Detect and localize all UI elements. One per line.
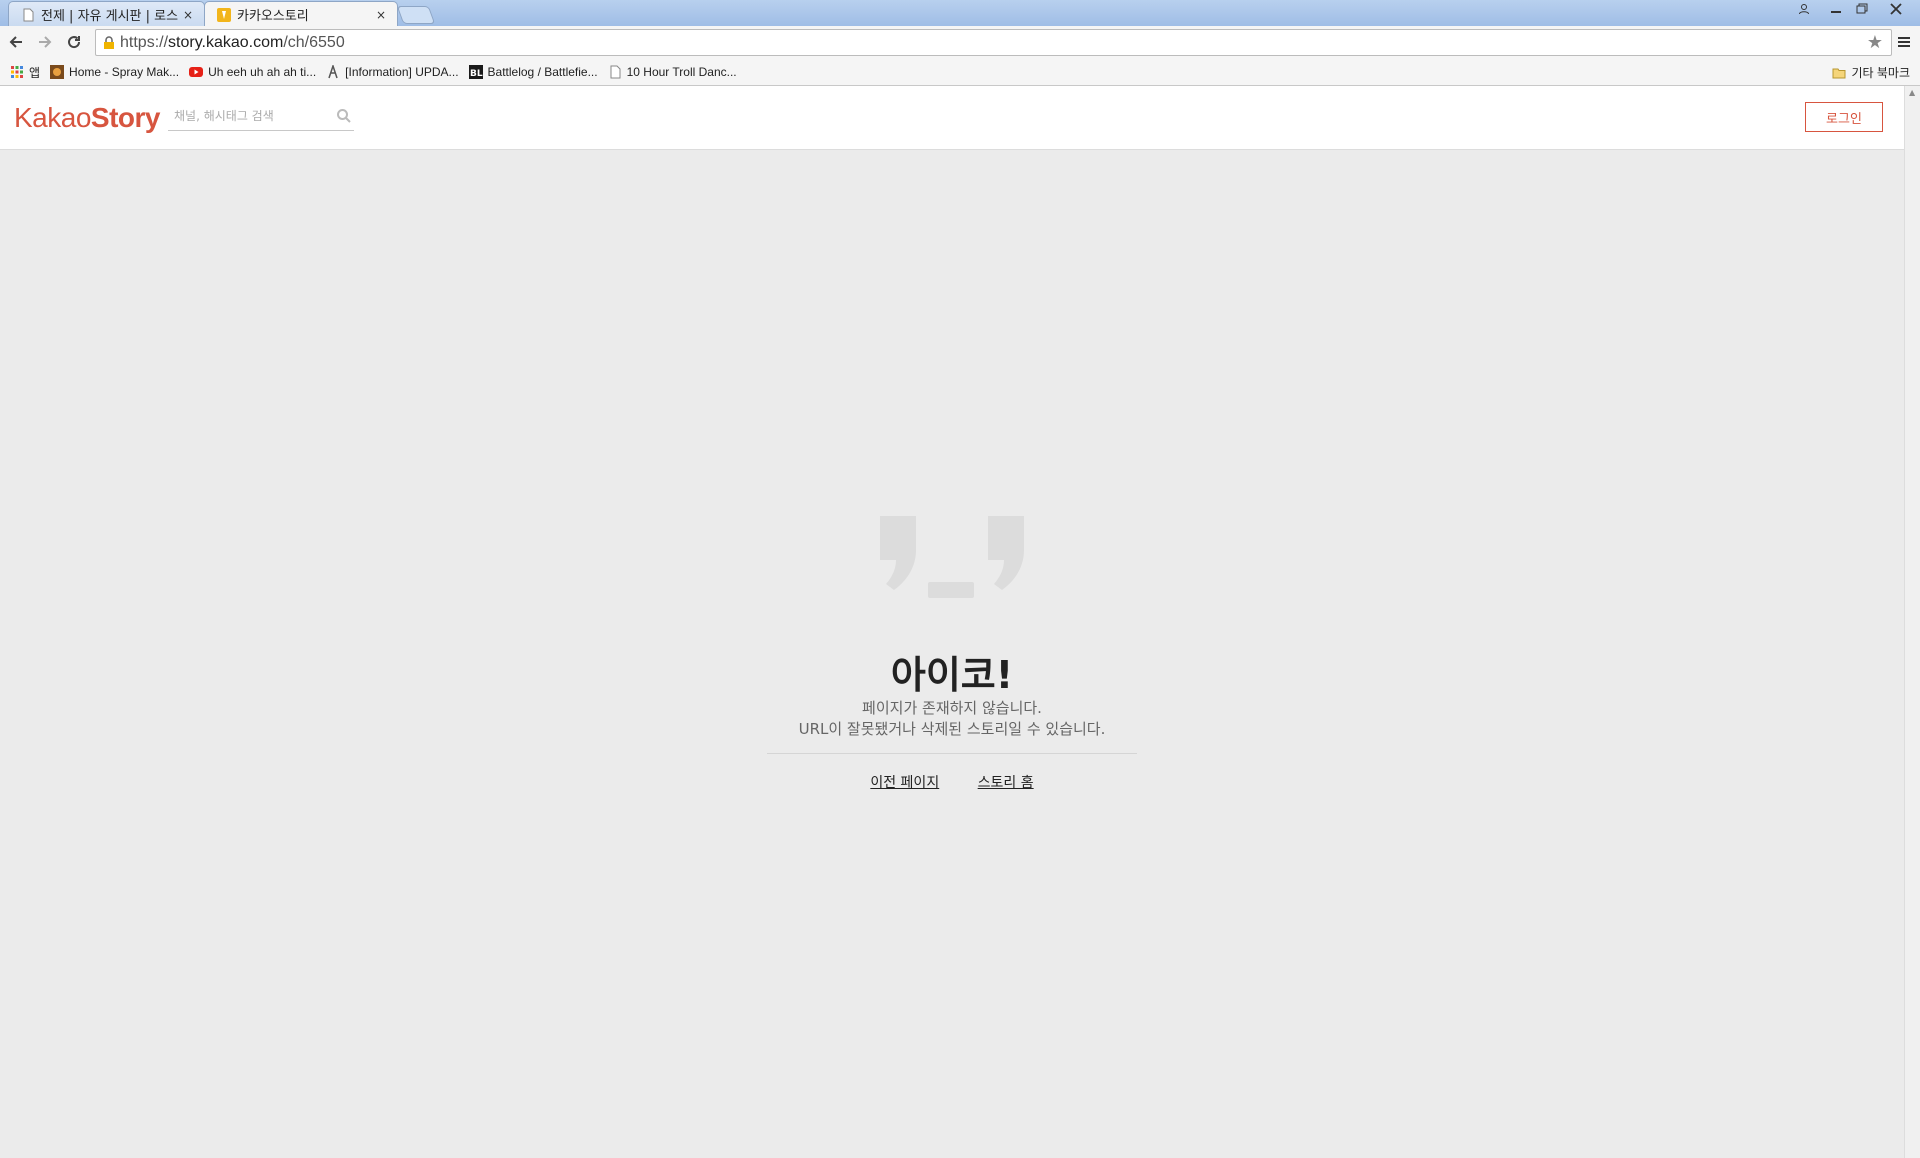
tab-title: 전제 | 자유 게시판 | 로스 xyxy=(41,9,179,24)
bookmark-troll-dance[interactable]: 10 Hour Troll Danc... xyxy=(608,65,737,79)
other-bookmarks-label: 기타 북마크 xyxy=(1851,66,1910,80)
tab-title: 카카오스토리 xyxy=(237,9,309,24)
tab-kakaostory[interactable]: 카카오스토리 × xyxy=(204,1,398,27)
tab-free-board[interactable]: 전제 | 자유 게시판 | 로스 × xyxy=(8,1,205,27)
search-icon[interactable] xyxy=(336,108,352,124)
ff-favicon xyxy=(328,65,338,79)
bookmark-label: [Information] UPDA... xyxy=(345,65,459,79)
kakaostory-favicon xyxy=(217,7,231,22)
spray-favicon xyxy=(50,65,65,79)
page-icon xyxy=(610,65,621,79)
bookmarks-bar: 앱 Home - Spray Mak... Uh eeh uh ah ah ti… xyxy=(0,59,1920,86)
folder-icon xyxy=(1832,68,1846,78)
bookmark-label: Uh eeh uh ah ah ti... xyxy=(208,65,317,79)
scrollbar[interactable]: ▲ xyxy=(1904,86,1920,1158)
divider xyxy=(767,753,1137,754)
previous-page-link[interactable]: 이전 페이지 xyxy=(870,772,939,792)
logo-story: Story xyxy=(90,102,161,133)
bookmark-label: 10 Hour Troll Danc... xyxy=(626,65,737,79)
search-input[interactable] xyxy=(168,104,340,128)
bookmark-label: Battlelog / Battlefie... xyxy=(487,65,598,79)
bookmark-label: 앱 xyxy=(29,65,41,80)
menu-icon[interactable] xyxy=(1894,32,1914,52)
restore-icon[interactable] xyxy=(1848,0,1876,18)
logo-kakao: Kakao xyxy=(14,102,91,133)
bookmark-label: Home - Spray Mak... xyxy=(69,65,180,79)
reload-icon[interactable] xyxy=(62,30,86,54)
bl-favicon: BL xyxy=(468,65,483,79)
close-window-icon[interactable] xyxy=(1876,0,1916,18)
site-header: KakaoStory 로그인 xyxy=(0,86,1904,150)
error-line-2: URL이 잘못됐거나 삭제된 스토리일 수 있습니다. xyxy=(798,720,1106,738)
page-icon xyxy=(23,8,34,21)
minimize-icon[interactable] xyxy=(1822,0,1850,18)
error-message: 페이지가 존재하지 않습니다. URL이 잘못됐거나 삭제된 스토리일 수 있습… xyxy=(0,698,1904,740)
story-home-link[interactable]: 스토리 홈 xyxy=(978,772,1034,792)
youtube-icon xyxy=(189,67,204,77)
browser-toolbar: https://story.kakao.com/ch/6550 ★ xyxy=(0,26,1920,59)
bookmark-star-icon[interactable]: ★ xyxy=(1867,32,1883,53)
url-scheme: https:// xyxy=(120,33,169,51)
back-arrow-icon[interactable] xyxy=(4,30,28,54)
url-path: /ch/6550 xyxy=(283,33,345,51)
user-icon[interactable] xyxy=(1790,0,1818,18)
error-links: 이전 페이지 스토리 홈 xyxy=(0,772,1904,792)
bookmark-youtube[interactable]: Uh eeh uh ah ah ti... xyxy=(189,65,316,79)
svg-text:BL: BL xyxy=(470,69,483,79)
bookmark-apps[interactable]: 앱 xyxy=(10,64,40,81)
security-warning-icon[interactable] xyxy=(102,35,116,50)
address-bar[interactable]: https://story.kakao.com/ch/6550 ★ xyxy=(95,29,1892,56)
bookmark-battlelog[interactable]: BL Battlelog / Battlefie... xyxy=(468,65,598,79)
other-bookmarks[interactable]: 기타 북마크 xyxy=(1832,64,1910,81)
apps-grid-icon xyxy=(11,66,23,78)
error-line-1: 페이지가 존재하지 않습니다. xyxy=(862,699,1042,717)
scroll-up-arrow-icon[interactable]: ▲ xyxy=(1909,88,1915,97)
forward-arrow-icon[interactable] xyxy=(33,30,57,54)
kakaostory-logo[interactable]: KakaoStory xyxy=(14,102,160,134)
tab-close-icon[interactable]: × xyxy=(180,8,196,22)
bookmark-spray[interactable]: Home - Spray Mak... xyxy=(50,65,179,79)
page-viewport: KakaoStory 로그인 아이코! 페이지가 존재하지 않습니다. URL이… xyxy=(0,86,1904,1158)
error-title: 아이코! xyxy=(890,653,1014,697)
login-button[interactable]: 로그인 xyxy=(1805,102,1883,132)
url-text: https://story.kakao.com/ch/6550 xyxy=(120,34,345,52)
error-face-icon xyxy=(880,516,1024,598)
search-box xyxy=(168,104,354,131)
url-host: story.kakao.com xyxy=(168,33,284,51)
bookmark-information[interactable]: [Information] UPDA... xyxy=(326,65,459,79)
title-bar: 전제 | 자유 게시판 | 로스 × 카카오스토리 × xyxy=(0,0,1920,27)
tab-close-icon[interactable]: × xyxy=(373,8,389,22)
new-tab-button[interactable] xyxy=(396,6,436,24)
